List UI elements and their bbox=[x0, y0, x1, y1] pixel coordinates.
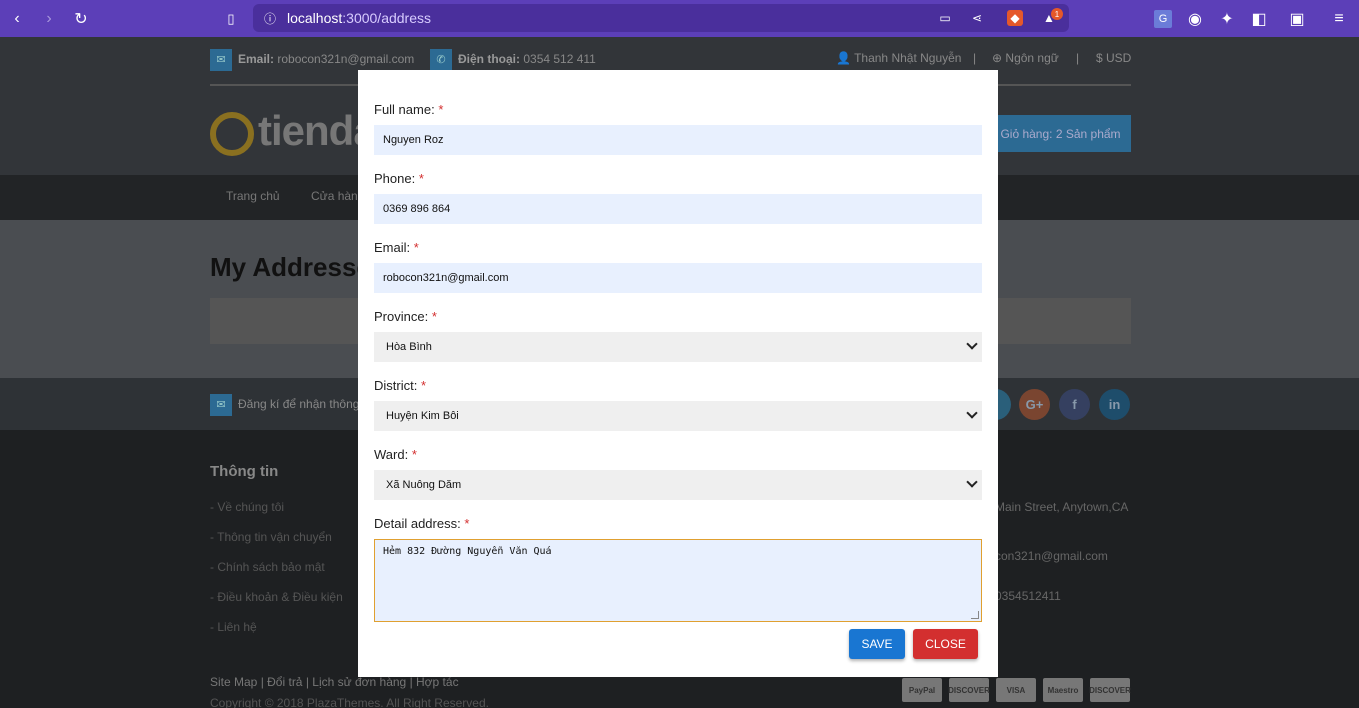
cart-button[interactable]: Giỏ hàng: 2 Sản phẩm bbox=[990, 115, 1131, 152]
divider: | bbox=[1076, 51, 1080, 65]
footer-address: Main Street, Anytown,CA bbox=[995, 500, 1129, 514]
mail-icon: ✉ bbox=[210, 394, 232, 416]
phone-icon: ✆ bbox=[430, 49, 452, 71]
discover-icon: DISCOVER bbox=[948, 678, 990, 702]
maestro-icon: Maestro bbox=[1043, 678, 1083, 702]
wallet-icon[interactable]: ▣ bbox=[1288, 10, 1306, 28]
phone-input[interactable] bbox=[374, 194, 982, 224]
address-modal: Full name: * Phone: * Email: * Province:… bbox=[358, 70, 998, 677]
linkedin-icon[interactable]: in bbox=[1099, 389, 1130, 420]
extension-face-icon[interactable]: ◉ bbox=[1186, 10, 1204, 28]
reload-icon[interactable]: ↻ bbox=[72, 10, 90, 28]
share-icon[interactable]: ⋖ bbox=[969, 10, 985, 26]
menu-item-home[interactable]: Trang chủ bbox=[226, 189, 280, 203]
menu-item-shop[interactable]: Cửa hàng bbox=[311, 189, 364, 203]
language-menu[interactable]: ⊕ Ngôn ngữ bbox=[992, 51, 1059, 65]
district-label: District: * bbox=[374, 378, 427, 393]
detail-address-textarea[interactable]: Hẻm 832 Đường Nguyễn Văn Quá bbox=[374, 539, 982, 622]
province-label: Province: * bbox=[374, 309, 437, 324]
close-button[interactable]: CLOSE bbox=[913, 629, 978, 659]
mail-icon: ✉ bbox=[210, 49, 232, 71]
paypal-icon: PayPal bbox=[902, 678, 942, 702]
logo-check-icon bbox=[210, 111, 254, 156]
chevron-down-icon bbox=[966, 407, 978, 419]
chevron-down-icon bbox=[966, 338, 978, 350]
province-select[interactable]: Hòa Bình bbox=[374, 332, 982, 362]
full-name-label: Full name: * bbox=[374, 102, 444, 117]
full-name-input[interactable] bbox=[374, 125, 982, 155]
footer-email: con321n@gmail.com bbox=[995, 549, 1108, 563]
district-select[interactable]: Huyện Kim Bôi bbox=[374, 401, 982, 431]
sidebar-icon[interactable]: ◧ bbox=[1250, 10, 1268, 28]
facebook-icon[interactable]: f bbox=[1059, 389, 1090, 420]
newsletter-text: ✉ Đăng kí để nhận thông bbox=[210, 394, 359, 416]
footer-bottom-links[interactable]: Site Map | Đổi trả | Lịch sử đơn hàng | … bbox=[210, 675, 459, 689]
rewards-badge: 1 bbox=[1051, 8, 1063, 20]
site-info-icon[interactable]: ⓘ bbox=[262, 10, 278, 26]
url-text[interactable]: localhost:3000/address bbox=[287, 10, 431, 26]
detail-address-label: Detail address: * bbox=[374, 516, 470, 531]
footer-link[interactable]: - Về chúng tôi bbox=[210, 500, 284, 514]
ward-label: Ward: * bbox=[374, 447, 417, 462]
phone-label: Phone: * bbox=[374, 171, 424, 186]
cast-icon[interactable]: ▭ bbox=[937, 10, 953, 26]
footer-link[interactable]: - Liên hệ bbox=[210, 620, 257, 634]
footer-link[interactable]: - Thông tin vận chuyển bbox=[210, 530, 332, 544]
brave-shields-icon[interactable]: ◆ bbox=[1007, 10, 1023, 26]
footer-link[interactable]: - Chính sách bảo mật bbox=[210, 560, 325, 574]
site-logo[interactable]: tienda bbox=[210, 107, 377, 156]
footer-info-title: Thông tin bbox=[210, 463, 279, 480]
menu-icon[interactable]: ≡ bbox=[1330, 10, 1348, 28]
save-button[interactable]: SAVE bbox=[849, 629, 905, 659]
back-icon[interactable]: ‹ bbox=[8, 10, 26, 28]
currency-menu[interactable]: $ USD bbox=[1096, 51, 1131, 65]
forward-icon[interactable]: › bbox=[40, 10, 58, 28]
resize-handle[interactable] bbox=[971, 611, 979, 619]
chevron-down-icon bbox=[966, 476, 978, 488]
user-icon: 👤 bbox=[836, 51, 851, 65]
discover-icon: DISCOVER bbox=[1089, 678, 1131, 702]
divider: | bbox=[973, 51, 977, 65]
email-input[interactable] bbox=[374, 263, 982, 293]
address-bar[interactable]: ⓘ localhost:3000/address ▭ ⋖ ◆ ▲ 1 bbox=[253, 4, 1069, 32]
browser-toolbar: ‹ › ↻ ▯ ⓘ localhost:3000/address ▭ ⋖ ◆ ▲… bbox=[0, 0, 1359, 37]
footer-phone: 0354512411 bbox=[995, 589, 1061, 603]
email-label: Email: * bbox=[374, 240, 419, 255]
contact-email: ✉ Email: robocon321n@gmail.com bbox=[210, 49, 414, 71]
ward-select[interactable]: Xã Nuông Dăm bbox=[374, 470, 982, 500]
bookmark-icon[interactable]: ▯ bbox=[222, 10, 240, 28]
copyright: Copyright © 2018 PlazaThemes. All Right … bbox=[210, 696, 489, 708]
google-plus-icon[interactable]: G+ bbox=[1019, 389, 1050, 420]
footer-link[interactable]: - Điều khoản & Điều kiện bbox=[210, 590, 343, 604]
contact-phone: ✆ Điện thoại: 0354 512 411 bbox=[430, 49, 596, 71]
user-menu[interactable]: 👤 Thanh Nhật Nguyễn bbox=[836, 51, 961, 65]
translate-icon[interactable]: G bbox=[1154, 10, 1172, 28]
extensions-icon[interactable]: ✦ bbox=[1218, 10, 1236, 28]
visa-icon: VISA bbox=[996, 678, 1036, 702]
globe-icon: ⊕ bbox=[992, 51, 1003, 65]
